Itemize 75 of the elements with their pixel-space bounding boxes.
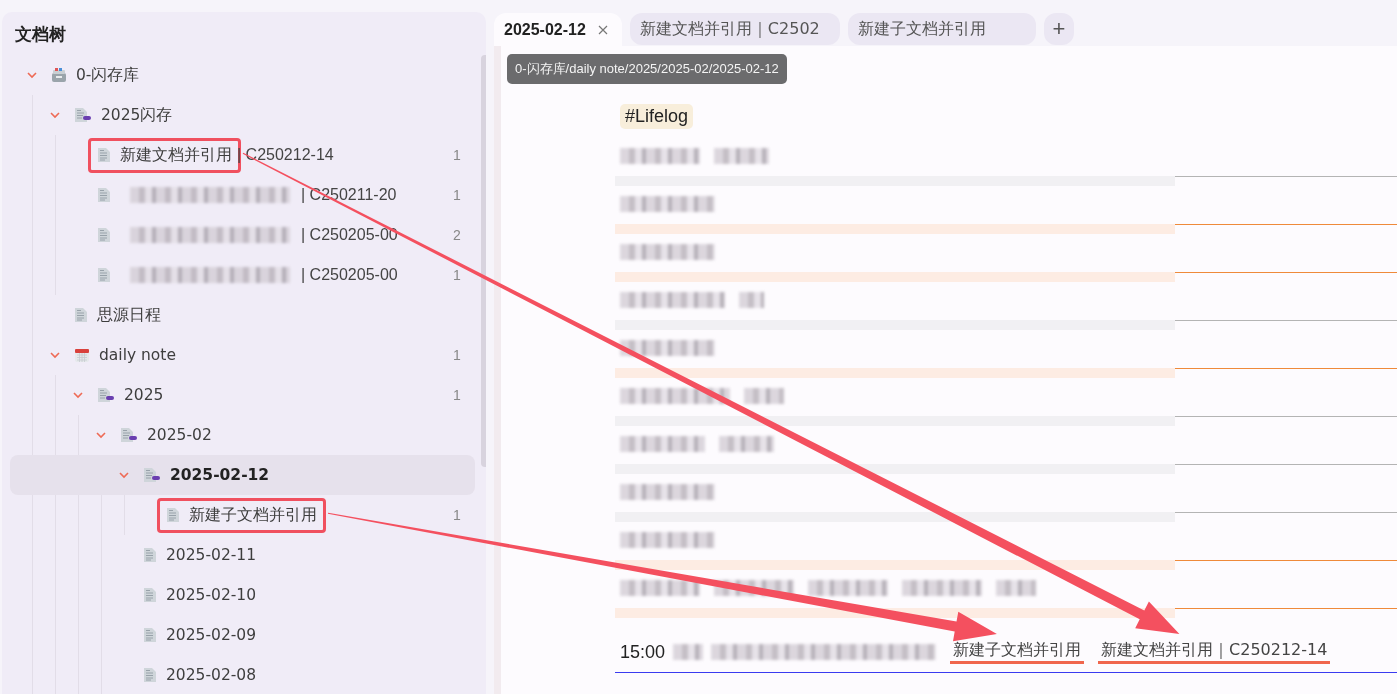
tree-item[interactable]: 2025-02-11	[10, 535, 475, 575]
tab[interactable]: 2025-02-12	[494, 13, 622, 47]
document-stack-icon	[120, 427, 138, 443]
document-icon	[97, 267, 111, 283]
ref-count: 1	[453, 387, 462, 403]
item-title: 2025-02-12	[170, 466, 270, 484]
tag-label: #Lifelog	[620, 104, 694, 129]
item-title: 新建子文档并引用	[189, 504, 317, 526]
tree-item[interactable]: 2025-02-09	[10, 615, 475, 655]
tree-item[interactable]: daily note 1	[7, 335, 475, 375]
block-ref-link[interactable]: 新建文档并引用｜C250212-14	[1098, 640, 1331, 664]
item-title: 2025	[124, 386, 164, 404]
panel-title: 文档树	[14, 23, 67, 46]
document-icon	[143, 667, 157, 683]
blurred-text	[739, 292, 764, 308]
ref-count: 1	[453, 507, 462, 523]
tree-item[interactable]: 0-闪存库	[6, 55, 475, 95]
tree-item[interactable]: 新建子文档并引用 1	[11, 495, 475, 535]
item-title: 2025闪存	[101, 104, 173, 126]
tree-item[interactable]: 思源日程	[7, 295, 475, 335]
blurred-text	[744, 388, 784, 404]
tree-item[interactable]: 2025 1	[8, 375, 475, 415]
document-stack-icon	[74, 107, 92, 123]
chevron-icon[interactable]	[49, 109, 61, 121]
tree-item[interactable]: | C250205-00 1	[8, 255, 475, 295]
item-title: daily note	[99, 346, 176, 364]
item-suffix: | C250205-00	[301, 266, 398, 284]
item-title: 2025-02-10	[166, 586, 257, 604]
tree-item[interactable]: 新建文档并引用 | C250212-14 1	[8, 135, 475, 175]
blurred-text	[996, 580, 1036, 596]
chevron-icon[interactable]	[118, 469, 130, 481]
document-icon	[143, 587, 157, 603]
tab[interactable]: 新建文档并引用｜C2502	[629, 13, 840, 45]
archive-box-icon	[51, 67, 67, 83]
item-title: 思源日程	[97, 304, 161, 326]
item-suffix: | C250205-00	[301, 226, 398, 244]
chevron-icon[interactable]	[95, 429, 107, 441]
new-tab-button[interactable]: +	[1043, 13, 1074, 45]
tree-item[interactable]: 2025-02-08	[10, 655, 475, 694]
tree-item[interactable]: | C250205-00 2	[8, 215, 475, 255]
document-stack-icon	[143, 467, 161, 483]
item-title: 2025-02-08	[166, 666, 257, 684]
ref-count: 1	[453, 267, 462, 283]
document-icon	[143, 547, 157, 563]
tab[interactable]: 新建子文档并引用	[847, 13, 1036, 45]
blurred-text	[714, 148, 769, 164]
document-icon	[143, 627, 157, 643]
ref-count: 1	[453, 187, 462, 203]
chevron-icon[interactable]	[72, 389, 84, 401]
item-title: 2025-02-09	[166, 626, 257, 644]
blurred-text	[719, 436, 774, 452]
document-icon	[97, 187, 111, 203]
ref-count: 1	[453, 347, 462, 363]
document-stack-icon	[97, 387, 115, 403]
time-text: 15:00	[620, 641, 666, 663]
tree-item[interactable]: 2025闪存	[7, 95, 475, 135]
tree-item[interactable]: 2025-02	[9, 415, 475, 455]
ref-count: 1	[453, 147, 462, 163]
tree-item[interactable]: 2025-02-12	[10, 455, 475, 495]
document-icon	[97, 227, 111, 243]
item-suffix: | C250212-14	[237, 146, 334, 164]
item-title: 2025-02-11	[166, 546, 257, 564]
document-icon	[74, 307, 88, 323]
chevron-icon[interactable]	[49, 349, 61, 361]
chevron-icon[interactable]	[26, 69, 38, 81]
ref-count: 2	[453, 227, 462, 243]
tree-item[interactable]: 2025-02-10	[10, 575, 475, 615]
path-tooltip: 0-闪存库/daily note/2025/2025-02/2025-02-12	[507, 54, 787, 84]
document-icon	[166, 507, 180, 523]
item-title: 2025-02	[147, 426, 212, 444]
blurred-text	[673, 644, 704, 660]
document-icon	[97, 147, 111, 163]
item-title: 0-闪存库	[76, 64, 140, 86]
item-title: 新建文档并引用	[120, 144, 232, 166]
calendar-icon	[74, 347, 90, 363]
